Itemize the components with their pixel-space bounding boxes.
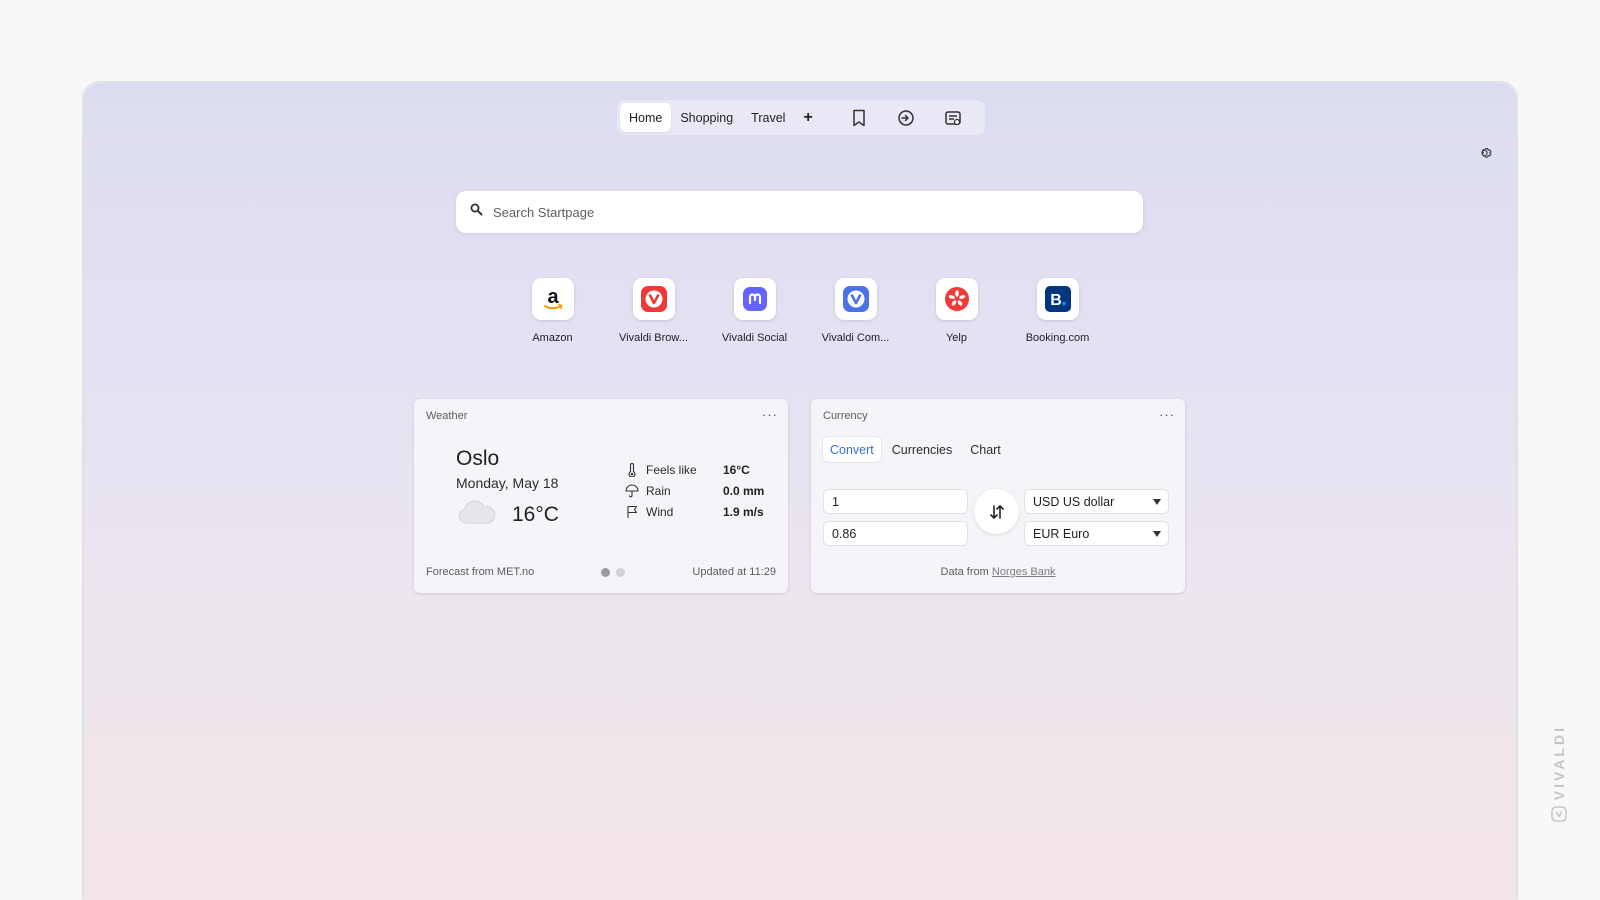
speed-dial-label: Yelp xyxy=(945,332,967,344)
startpage-window: Home Shopping Travel + a Amazon xyxy=(84,83,1516,900)
more-options-icon[interactable]: ··· xyxy=(1159,407,1175,422)
weather-detail-label: Rain xyxy=(646,483,671,498)
speed-dial-label: Vivaldi Com... xyxy=(821,332,890,344)
bookmark-icon[interactable] xyxy=(849,108,869,128)
from-currency-select[interactable]: USD US dollar xyxy=(1024,489,1169,514)
speed-dials: a Amazon Vivaldi Brow... Vivaldi Social … xyxy=(502,278,1108,344)
currency-tabs: Convert Currencies Chart xyxy=(823,437,1012,462)
tab-convert[interactable]: Convert xyxy=(823,437,881,462)
weather-widget: Weather ··· Oslo Monday, May 18 16°C Fee… xyxy=(414,399,788,593)
search-icon xyxy=(470,203,483,221)
vivaldi-watermark: VIVALDI xyxy=(1547,725,1571,835)
widget-title: Currency xyxy=(823,410,868,422)
page-dot[interactable] xyxy=(601,568,610,577)
weather-date: Monday, May 18 xyxy=(456,475,559,491)
weather-current: 16°C xyxy=(456,499,559,530)
norges-bank-link[interactable]: Norges Bank xyxy=(992,566,1056,578)
startpage-tabbar: Home Shopping Travel + xyxy=(617,100,985,135)
vivaldi-logo-icon xyxy=(632,278,675,320)
currency-widget: Currency ··· Convert Currencies Chart US… xyxy=(811,399,1185,593)
notes-icon[interactable] xyxy=(943,108,963,128)
cloud-icon xyxy=(456,499,498,530)
history-icon[interactable] xyxy=(896,108,916,128)
speed-dial-yelp[interactable]: Yelp xyxy=(906,278,1007,344)
speed-dial-label: Booking.com xyxy=(1025,332,1090,344)
weather-detail-row: Wind 1.9 m/s xyxy=(625,501,764,522)
weather-detail-value: 16°C xyxy=(723,462,750,477)
amazon-logo-icon: a xyxy=(531,278,574,320)
speed-dial-vivaldi-social[interactable]: Vivaldi Social xyxy=(704,278,805,344)
from-currency-value: USD US dollar xyxy=(1033,494,1115,509)
tab-currencies[interactable]: Currencies xyxy=(885,437,959,462)
weather-city: Oslo xyxy=(456,447,500,470)
widget-title: Weather xyxy=(426,410,468,422)
weather-detail-label: Feels like xyxy=(646,462,697,477)
page-dot[interactable] xyxy=(616,568,625,577)
search-input[interactable] xyxy=(493,204,1093,220)
add-tab-button[interactable]: + xyxy=(794,103,821,132)
mastodon-logo-icon xyxy=(733,278,776,320)
weather-details: Feels like 16°C Rain 0.0 mm Wind 1.9 m/s xyxy=(625,459,764,522)
weather-detail-row: Feels like 16°C xyxy=(625,459,764,480)
speed-dial-amazon[interactable]: a Amazon xyxy=(502,278,603,344)
speed-dial-booking[interactable]: B Booking.com xyxy=(1007,278,1108,344)
speed-dial-label: Amazon xyxy=(532,332,573,344)
weather-detail-value: 0.0 mm xyxy=(723,483,765,498)
vivaldi-logo-icon xyxy=(1551,806,1567,827)
dropdown-caret-icon xyxy=(1153,499,1161,505)
yelp-logo-icon xyxy=(935,278,978,320)
data-source-prefix: Data from xyxy=(940,566,989,578)
to-currency-select[interactable]: EUR Euro xyxy=(1024,521,1169,546)
speed-dial-vivaldi-community[interactable]: Vivaldi Com... xyxy=(805,278,906,344)
svg-text:a: a xyxy=(547,286,559,308)
speed-dial-label: Vivaldi Brow... xyxy=(619,332,688,344)
tab-shopping[interactable]: Shopping xyxy=(671,103,742,132)
booking-logo-icon: B xyxy=(1036,278,1079,320)
more-options-icon[interactable]: ··· xyxy=(762,407,778,422)
flag-icon xyxy=(625,505,639,519)
currency-data-source: Data from Norges Bank xyxy=(811,566,1185,578)
thermometer-icon xyxy=(625,462,639,477)
search-bar[interactable] xyxy=(456,191,1143,233)
to-currency-value: EUR Euro xyxy=(1033,526,1090,541)
speed-dial-vivaldi-browser[interactable]: Vivaldi Brow... xyxy=(603,278,704,344)
tab-home[interactable]: Home xyxy=(620,103,672,132)
speed-dial-label: Vivaldi Social xyxy=(721,332,788,344)
settings-gear-icon[interactable] xyxy=(1477,144,1497,164)
weather-detail-row: Rain 0.0 mm xyxy=(625,480,764,501)
watermark-text: VIVALDI xyxy=(1551,725,1567,801)
tab-chart[interactable]: Chart xyxy=(963,437,1008,462)
vivaldi-community-logo-icon xyxy=(834,278,877,320)
forecast-source: Forecast from MET.no xyxy=(426,566,535,578)
weather-detail-value: 1.9 m/s xyxy=(723,504,764,519)
tab-travel[interactable]: Travel xyxy=(742,103,794,132)
page-dots xyxy=(601,568,631,577)
weather-temperature: 16°C xyxy=(512,502,559,526)
svg-text:B: B xyxy=(1050,292,1062,309)
weather-detail-label: Wind xyxy=(646,504,674,519)
to-amount-input[interactable] xyxy=(823,521,968,546)
swap-currencies-button[interactable] xyxy=(974,489,1019,534)
swap-arrows-icon xyxy=(989,504,1004,519)
from-amount-input[interactable] xyxy=(823,489,968,514)
umbrella-icon xyxy=(625,483,639,498)
dropdown-caret-icon xyxy=(1153,531,1161,537)
updated-time: Updated at 11:29 xyxy=(692,566,776,578)
